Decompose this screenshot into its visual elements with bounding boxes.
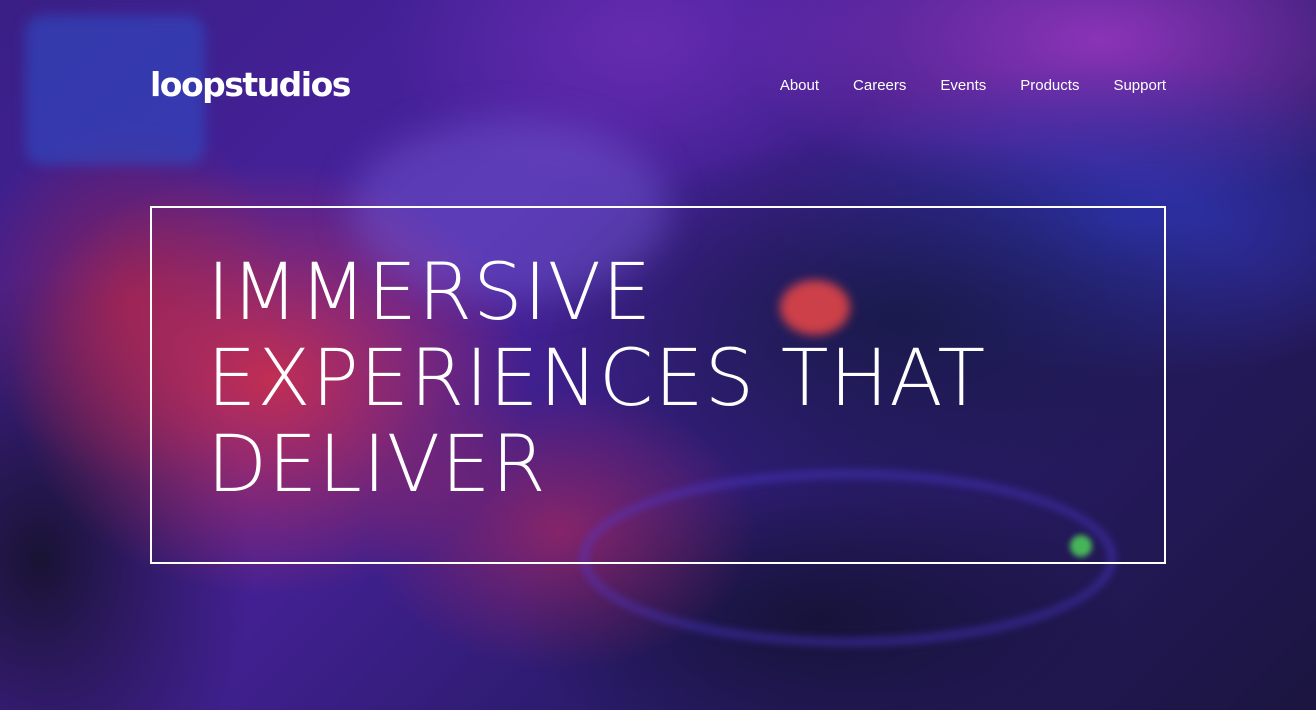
nav-link-events[interactable]: Events — [940, 77, 986, 94]
hero-section: loopstudios About Careers Events Product… — [0, 0, 1316, 710]
nav-link-about[interactable]: About — [780, 77, 819, 94]
hero-headline: IMMERSIVE EXPERIENCES THAT DELIVER — [207, 248, 987, 510]
nav-link-careers[interactable]: Careers — [853, 77, 906, 94]
nav-link-products[interactable]: Products — [1020, 77, 1079, 94]
nav-link-support[interactable]: Support — [1113, 77, 1166, 94]
logo[interactable]: loopstudios — [150, 68, 351, 101]
site-header: loopstudios About Careers Events Product… — [150, 62, 1166, 112]
main-nav: About Careers Events Products Support — [780, 77, 1166, 94]
headline-box: IMMERSIVE EXPERIENCES THAT DELIVER — [150, 206, 1166, 564]
